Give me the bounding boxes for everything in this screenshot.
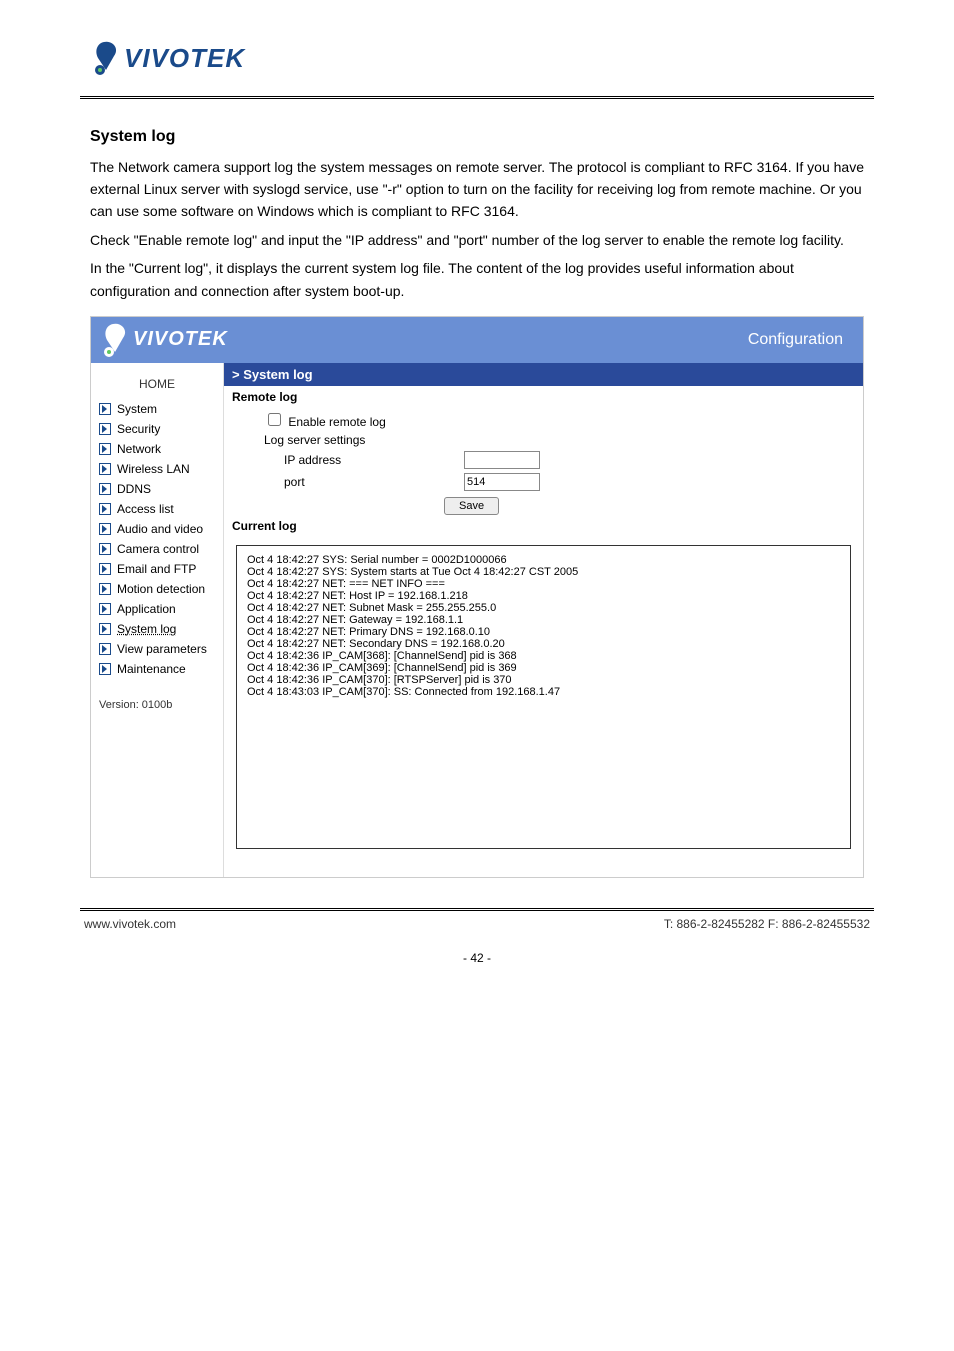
arrow-icon	[99, 523, 111, 535]
paragraph: In the "Current log", it displays the cu…	[90, 257, 864, 302]
main-panel: > System log Remote log Enable remote lo…	[223, 363, 863, 877]
sidebar-item-cameracontrol[interactable]: Camera control	[91, 539, 223, 559]
ip-input[interactable]	[464, 451, 540, 469]
port-row: port	[224, 471, 863, 493]
arrow-icon	[99, 443, 111, 455]
document-brand-logo: VIVOTEK	[0, 0, 954, 86]
arrow-icon	[99, 483, 111, 495]
arrow-icon	[99, 583, 111, 595]
log-line: Oct 4 18:42:36 IP_CAM[369]: [ChannelSend…	[247, 662, 840, 674]
log-line: Oct 4 18:42:27 SYS: Serial number = 0002…	[247, 554, 840, 566]
log-line: Oct 4 18:42:27 NET: Secondary DNS = 192.…	[247, 638, 840, 650]
log-line: Oct 4 18:42:27 NET: === NET INFO ===	[247, 578, 840, 590]
arrow-icon	[99, 463, 111, 475]
vivotek-logo: VIVOTEK	[99, 322, 228, 358]
paragraph: The Network camera support log the syste…	[90, 156, 864, 223]
brand-text: VIVOTEK	[133, 328, 228, 351]
app-header: VIVOTEK Configuration	[91, 317, 863, 363]
ip-label: IP address	[284, 453, 464, 467]
sidebar-item-emailftp[interactable]: Email and FTP	[91, 559, 223, 579]
sidebar-item-maintenance[interactable]: Maintenance	[91, 659, 223, 679]
version-label: Version: 0100b	[91, 679, 223, 711]
sidebar-item-network[interactable]: Network	[91, 439, 223, 459]
arrow-icon	[99, 563, 111, 575]
arrow-icon	[99, 543, 111, 555]
config-screenshot: VIVOTEK Configuration HOME System Securi…	[90, 316, 864, 878]
page-number: - 42 -	[80, 931, 874, 965]
paragraph: Check "Enable remote log" and input the …	[90, 229, 864, 251]
footer-url: www.vivotek.com	[84, 917, 176, 931]
vivotek-bird-icon	[99, 322, 129, 358]
breadcrumb: > System log	[224, 363, 863, 386]
document-body-text: System log The Network camera support lo…	[90, 124, 864, 302]
brand-text: VIVOTEK	[124, 43, 245, 74]
arrow-icon	[99, 623, 111, 635]
log-line: Oct 4 18:42:27 NET: Primary DNS = 192.16…	[247, 626, 840, 638]
current-log-box: Oct 4 18:42:27 SYS: Serial number = 0002…	[236, 545, 851, 849]
arrow-icon	[99, 603, 111, 615]
arrow-icon	[99, 423, 111, 435]
sidebar-item-accesslist[interactable]: Access list	[91, 499, 223, 519]
port-label: port	[284, 475, 464, 489]
sidebar-item-wirelesslan[interactable]: Wireless LAN	[91, 459, 223, 479]
log-line: Oct 4 18:43:03 IP_CAM[370]: SS: Connecte…	[247, 686, 840, 698]
log-server-settings-label: Log server settings	[224, 431, 863, 449]
arrow-icon	[99, 663, 111, 675]
arrow-icon	[99, 503, 111, 515]
divider	[80, 96, 874, 99]
page-footer: www.vivotek.com T: 886-2-82455282 F: 886…	[80, 908, 874, 965]
sidebar: HOME System Security Network Wireless LA…	[91, 363, 223, 877]
sidebar-item-system[interactable]: System	[91, 399, 223, 419]
ip-row: IP address	[224, 449, 863, 471]
enable-remote-log-label[interactable]: Enable remote log	[264, 410, 386, 429]
sidebar-item-motion[interactable]: Motion detection	[91, 579, 223, 599]
port-input[interactable]	[464, 473, 540, 491]
section-remote-log: Remote log	[224, 386, 863, 408]
page-heading: System log	[90, 124, 864, 150]
save-row: Save	[224, 493, 863, 515]
sidebar-item-application[interactable]: Application	[91, 599, 223, 619]
header-section-label: Configuration	[748, 331, 843, 349]
footer-contact: T: 886-2-82455282 F: 886-2-82455532	[664, 917, 870, 931]
log-line: Oct 4 18:42:36 IP_CAM[368]: [ChannelSend…	[247, 650, 840, 662]
enable-remote-log-checkbox[interactable]	[268, 413, 281, 426]
sidebar-item-ddns[interactable]: DDNS	[91, 479, 223, 499]
sidebar-item-security[interactable]: Security	[91, 419, 223, 439]
enable-remote-log-row: Enable remote log	[224, 408, 863, 431]
log-line: Oct 4 18:42:36 IP_CAM[370]: [RTSPServer]…	[247, 674, 840, 686]
sidebar-item-systemlog[interactable]: System log	[91, 619, 223, 639]
log-line: Oct 4 18:42:27 SYS: System starts at Tue…	[247, 566, 840, 578]
arrow-icon	[99, 403, 111, 415]
log-line: Oct 4 18:42:27 NET: Gateway = 192.168.1.…	[247, 614, 840, 626]
sidebar-item-viewparams[interactable]: View parameters	[91, 639, 223, 659]
save-button[interactable]: Save	[444, 497, 499, 515]
sidebar-item-audiovideo[interactable]: Audio and video	[91, 519, 223, 539]
log-line: Oct 4 18:42:27 NET: Host IP = 192.168.1.…	[247, 590, 840, 602]
arrow-icon	[99, 643, 111, 655]
log-line: Oct 4 18:42:27 NET: Subnet Mask = 255.25…	[247, 602, 840, 614]
section-current-log: Current log	[224, 515, 863, 537]
vivotek-bird-icon	[90, 40, 120, 76]
vivotek-logo: VIVOTEK	[90, 40, 954, 76]
home-link[interactable]: HOME	[91, 369, 223, 399]
